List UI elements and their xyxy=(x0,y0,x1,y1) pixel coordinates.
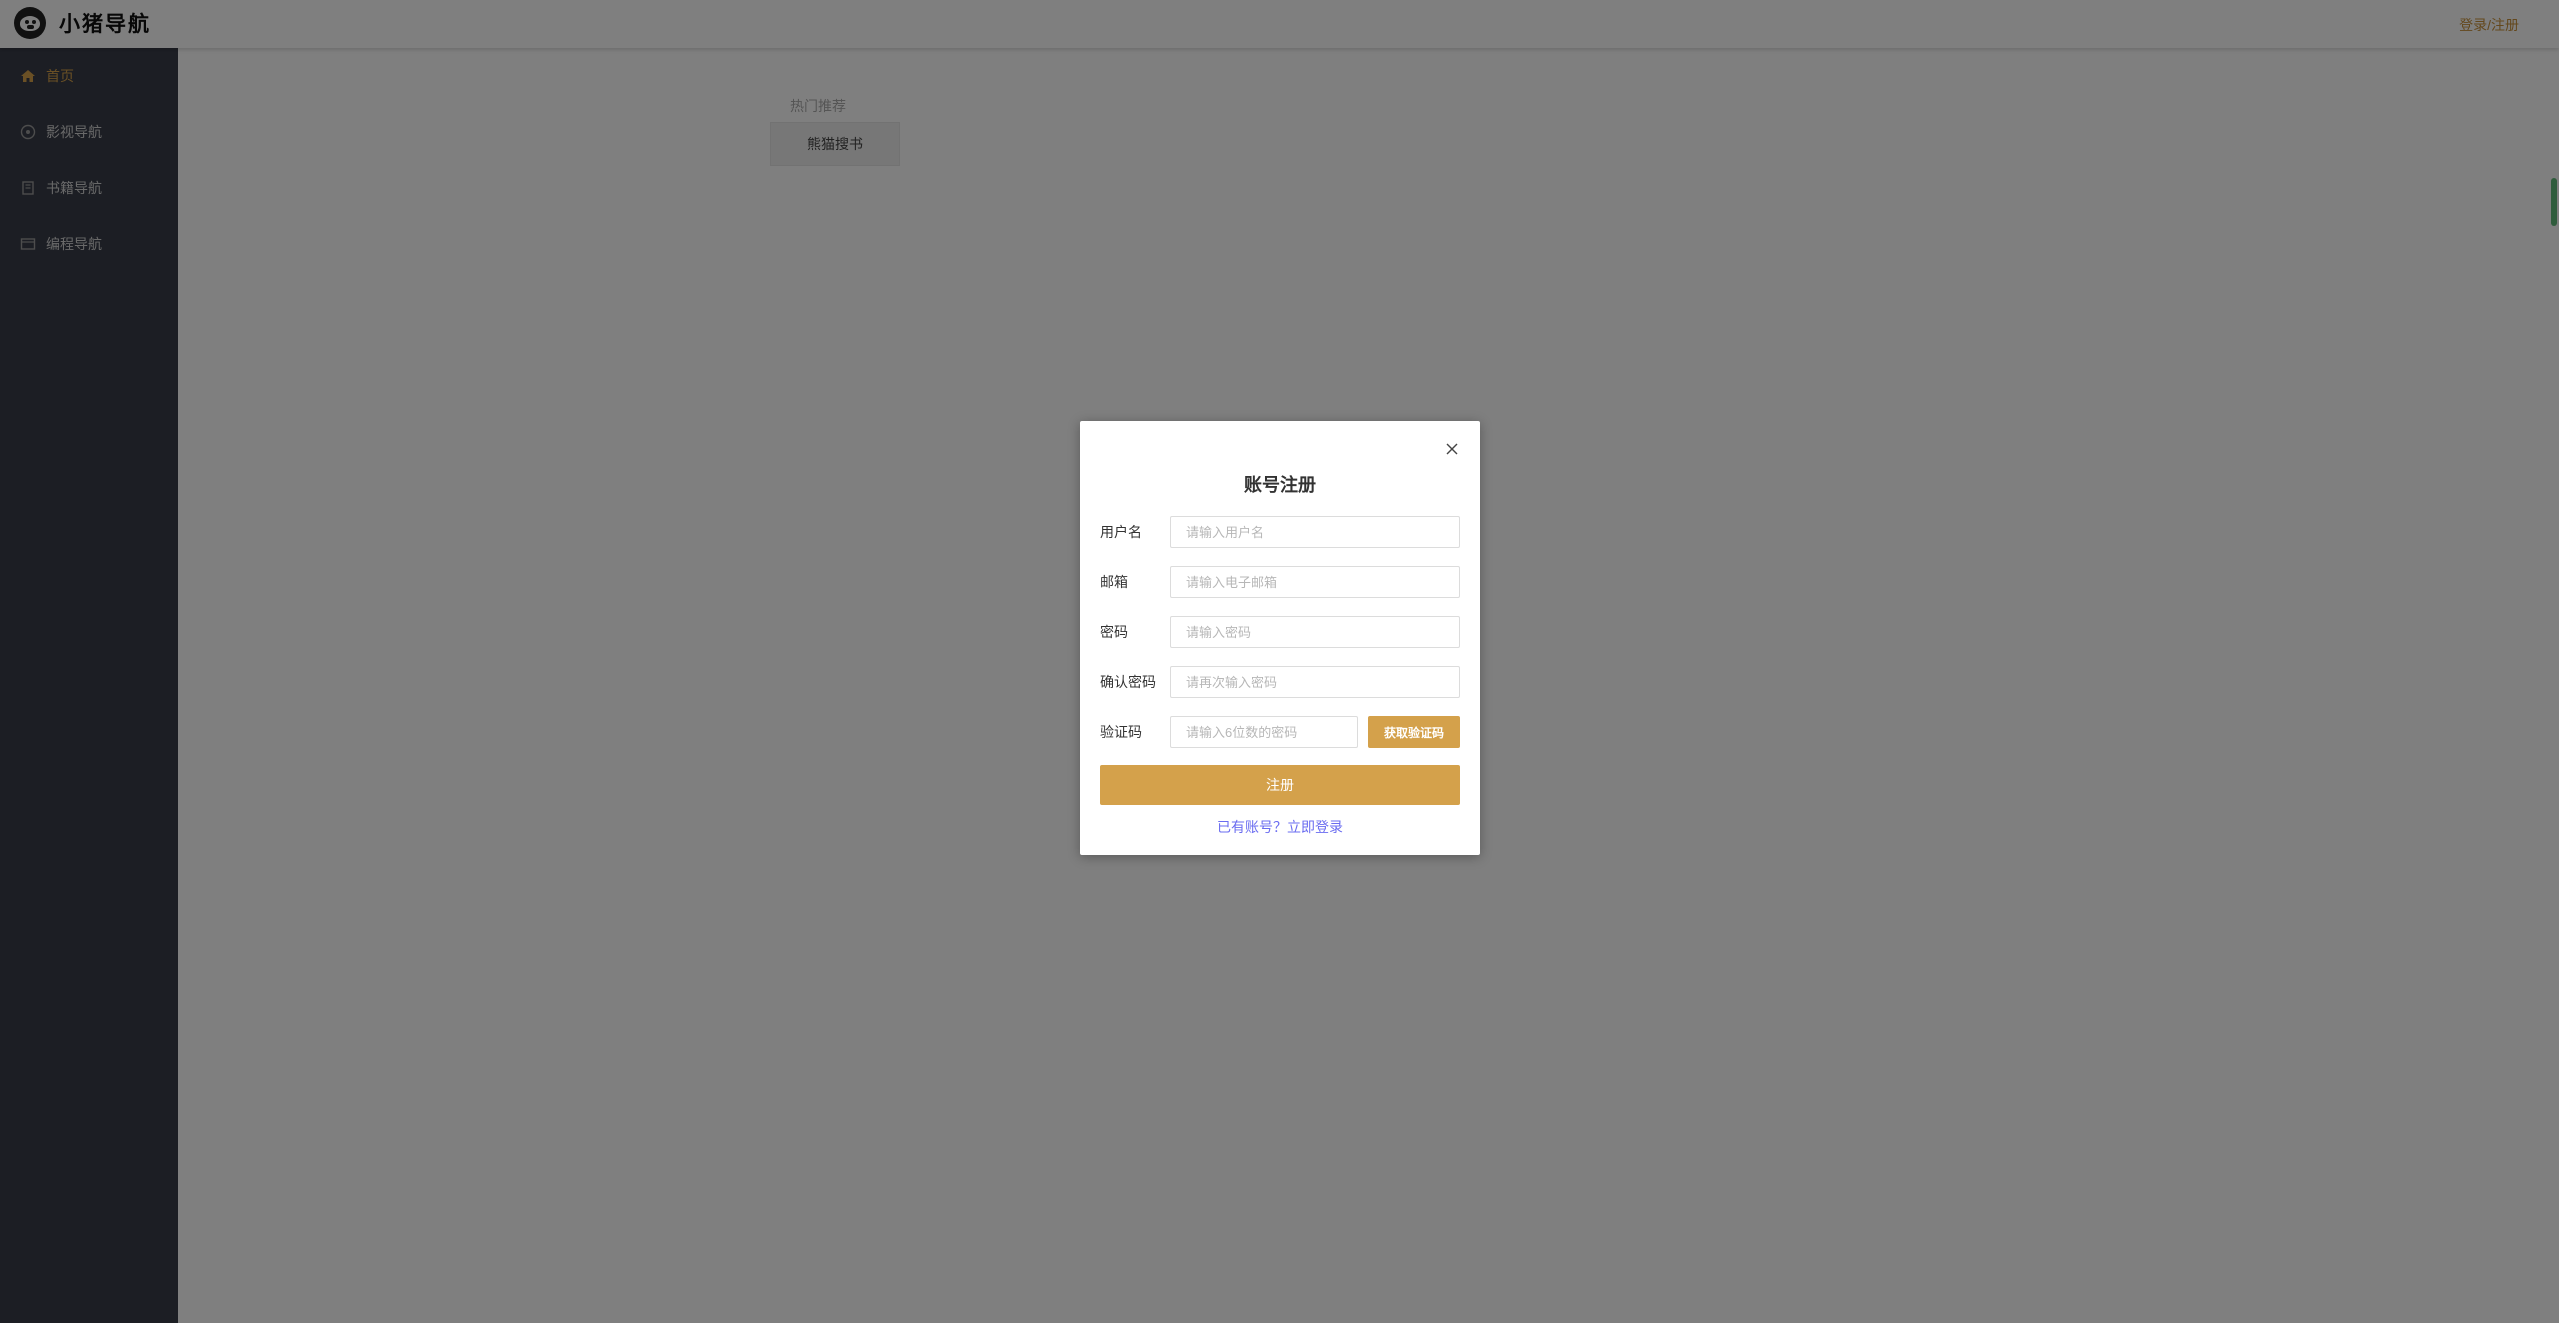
confirm-password-row: 确认密码 xyxy=(1100,666,1460,698)
confirm-password-input[interactable] xyxy=(1170,666,1460,698)
password-label: 密码 xyxy=(1100,624,1128,640)
username-input[interactable] xyxy=(1170,516,1460,548)
confirm-password-label: 确认密码 xyxy=(1100,674,1156,690)
dialog-title: 账号注册 xyxy=(1244,475,1316,495)
login-link[interactable]: 已有账号？立即登录 xyxy=(1080,817,1480,837)
password-input[interactable] xyxy=(1170,616,1460,648)
close-icon[interactable] xyxy=(1444,441,1460,457)
email-label: 邮箱 xyxy=(1100,574,1128,590)
register-button[interactable]: 注册 xyxy=(1100,765,1460,805)
get-code-button[interactable]: 获取验证码 xyxy=(1368,716,1460,748)
verify-code-row: 验证码 获取验证码 xyxy=(1100,716,1460,748)
password-row: 密码 xyxy=(1100,616,1460,648)
username-row: 用户名 xyxy=(1100,516,1460,548)
email-input[interactable] xyxy=(1170,566,1460,598)
verify-code-label: 验证码 xyxy=(1100,724,1142,740)
register-dialog: 账号注册 用户名 邮箱 密码 确认密码 验证码 获取验证码 注册 已有账号？立即… xyxy=(1080,421,1480,855)
email-row: 邮箱 xyxy=(1100,566,1460,598)
username-label: 用户名 xyxy=(1100,524,1142,540)
verify-code-input[interactable] xyxy=(1170,716,1358,748)
